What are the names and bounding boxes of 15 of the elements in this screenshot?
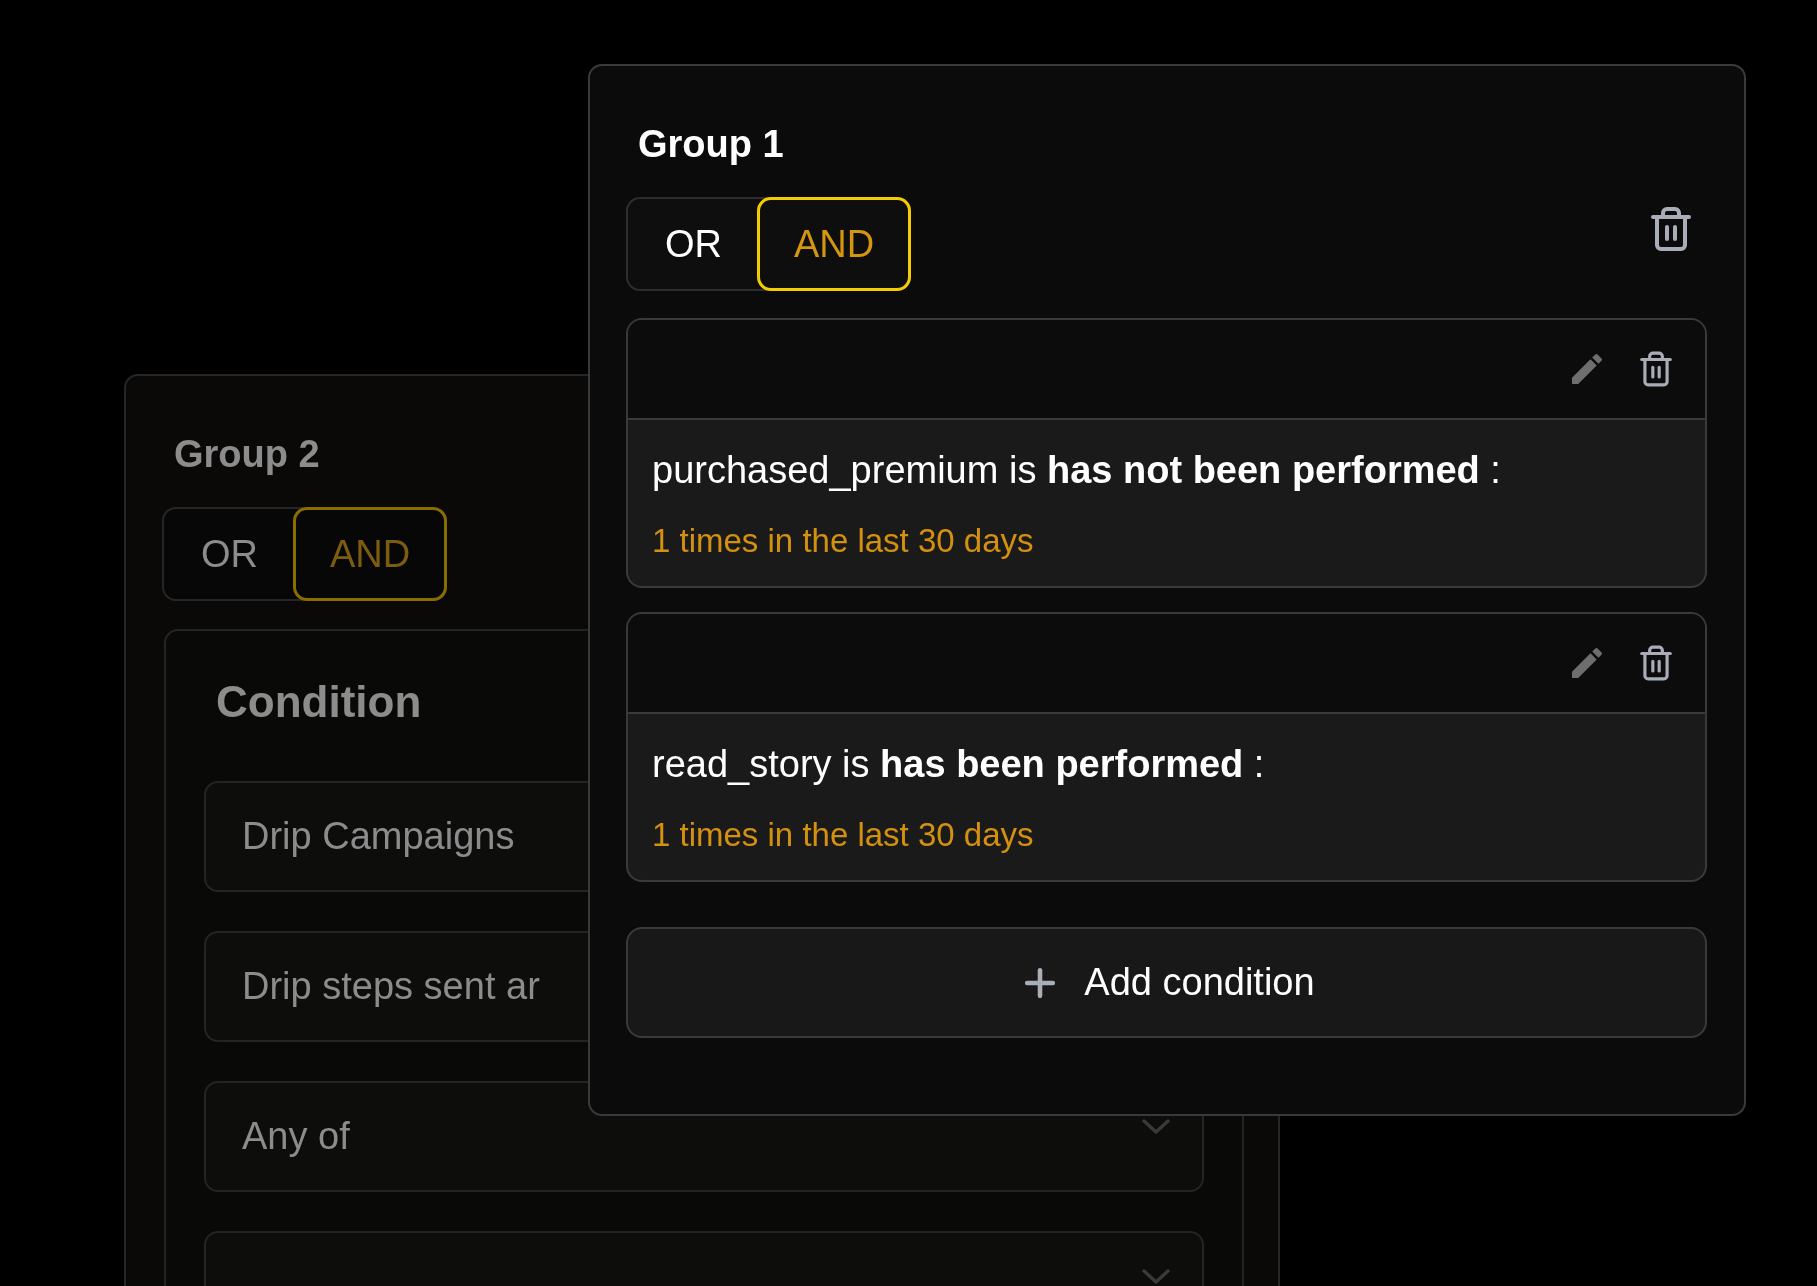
editor-title: Condition [216,677,423,727]
trash-icon [1637,644,1675,682]
delete-button[interactable] [1637,350,1675,388]
operator-option[interactable]: AND [757,197,912,291]
condition-summary: read_story is has been performed : [652,744,1266,784]
chevron-down-icon [1142,1119,1170,1134]
trash-icon [1637,350,1675,388]
condition-summary: purchased_premium is has not been performed : [652,450,1502,490]
condition-detail: 1 times in the last 30 days [652,522,1035,560]
group-title: Group 2 [174,432,320,476]
chevron-down-icon [1142,1269,1170,1284]
add-condition-button[interactable]: Add condition [626,927,1707,1038]
group-title: Group 1 [638,122,784,166]
delete-button[interactable] [1637,644,1675,682]
condition-detail: 1 times in the last 30 days [652,816,1035,854]
